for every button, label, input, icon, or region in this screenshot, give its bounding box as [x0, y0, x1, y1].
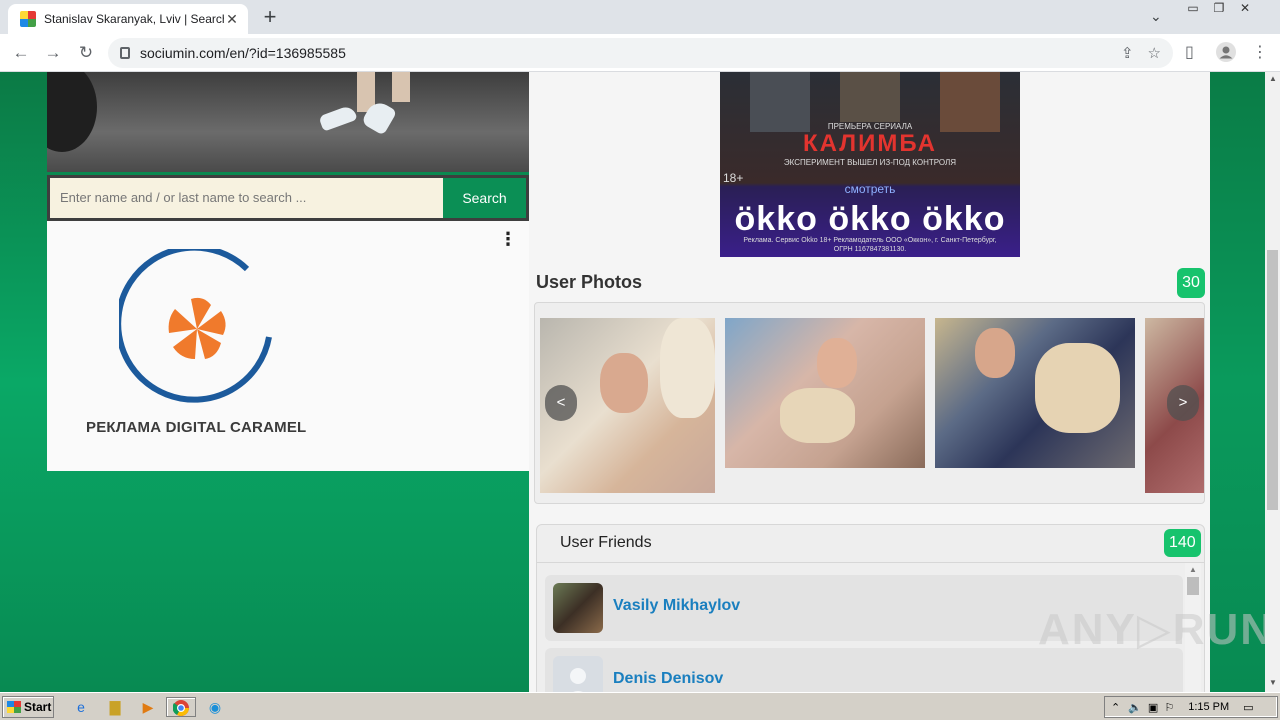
friend-avatar [553, 583, 603, 633]
side-panel-icon[interactable]: ▯ [1185, 42, 1194, 62]
carousel-prev-button[interactable]: < [545, 385, 577, 421]
user-friends-count-badge: 140 [1164, 529, 1201, 557]
tab-active[interactable]: Stanislav Skaranyak, Lviv | Search In ✕ [8, 4, 248, 34]
leg-shape [392, 72, 410, 102]
header-photo [47, 72, 529, 172]
user-photos-count-badge: 30 [1177, 268, 1205, 298]
ie-icon[interactable]: e [70, 697, 92, 717]
search-bar: Enter name and / or last name to search … [47, 175, 529, 221]
media-player-icon[interactable]: ▶ [137, 697, 159, 717]
okko-ad-banner[interactable]: ПРЕМЬЕРА СЕРИАЛА КАЛИМБА ЭКСПЕРИМЕНТ ВЫШ… [720, 72, 1020, 257]
flag-icon[interactable]: ⚐ [1164, 701, 1174, 714]
network-icon[interactable]: ▣ [1148, 701, 1158, 714]
ad-label: РЕКЛАМА DIGITAL CARAMEL [86, 419, 307, 436]
user-photo[interactable] [725, 318, 925, 468]
restore-button[interactable]: ❐ [1206, 0, 1232, 18]
reload-icon[interactable]: ↻ [75, 42, 97, 64]
back-arrow-icon[interactable]: ← [10, 42, 32, 64]
site-favicon-icon [20, 11, 36, 27]
url-text: sociumin.com/en/?id=136985585 [140, 45, 346, 61]
tab-search-chevron-icon[interactable]: ⌄ [1150, 8, 1162, 25]
forward-arrow-icon[interactable]: → [42, 42, 64, 64]
profile-avatar-icon[interactable] [1216, 42, 1236, 67]
face-shape [600, 353, 648, 413]
user-photos-title: User Photos [536, 272, 643, 292]
ad-legal-text: Реклама. Сервис Okko 18+ Рекламодатель О… [743, 237, 997, 253]
page-scroll-thumb[interactable] [1267, 250, 1278, 510]
ad-figure-shape [840, 72, 900, 122]
friend-name[interactable]: Denis Denisov [613, 670, 723, 688]
okko-brand: ökko ökko ökko [734, 200, 1006, 238]
tray-expand-icon[interactable]: ⌃ [1111, 701, 1120, 714]
close-window-button[interactable]: ✕ [1232, 0, 1258, 18]
window-controls: ▭ ❐ ✕ [1180, 0, 1258, 20]
user-photo[interactable] [935, 318, 1135, 468]
address-bar[interactable]: sociumin.com/en/?id=136985585 ⇪ ☆ [108, 38, 1173, 68]
ad-title: КАЛИМБА [802, 130, 938, 157]
page-scrollbar[interactable]: ▲ ▼ [1265, 72, 1280, 692]
scroll-up-icon[interactable]: ▲ [1189, 565, 1197, 574]
system-tray: ⌃ 🔈 ▣ ⚐ 1:15 PM ▭ [1104, 696, 1278, 718]
carousel-next-button[interactable]: > [1167, 385, 1199, 421]
caramel-logo-icon [119, 249, 272, 403]
friend-avatar-placeholder-icon [553, 656, 603, 692]
dog-shape [1035, 343, 1120, 433]
page-background-strip [1210, 72, 1265, 692]
chrome-icon [172, 700, 189, 716]
car-wheel-shape [47, 72, 97, 152]
tab-strip: Stanislav Skaranyak, Lviv | Search In ✕ … [0, 0, 1280, 34]
anyrun-watermark: ANY▷RUN [1038, 605, 1265, 654]
ad-menu-icon[interactable]: ⋮ [499, 229, 517, 250]
scroll-up-icon[interactable]: ▲ [1269, 74, 1277, 83]
new-tab-button[interactable]: + [258, 6, 282, 28]
user-friends-title: User Friends [560, 534, 652, 551]
scroll-down-icon[interactable]: ▼ [1269, 678, 1277, 687]
dog-shape [660, 318, 715, 418]
search-button[interactable]: Search [443, 178, 526, 218]
show-desktop-icon[interactable]: ▭ [1243, 701, 1253, 714]
shoe-shape [318, 104, 358, 132]
tab-close-icon[interactable]: ✕ [224, 11, 240, 28]
tab-title: Stanislav Skaranyak, Lviv | Search In [44, 12, 224, 26]
scroll-thumb[interactable] [1187, 577, 1199, 595]
search-input[interactable]: Enter name and / or last name to search … [50, 178, 443, 218]
start-label: Start [24, 700, 52, 714]
lock-icon [120, 47, 130, 59]
browser-toolbar: ← → ↻ sociumin.com/en/?id=136985585 ⇪ ☆ … [0, 34, 1280, 72]
windows-logo-icon [7, 701, 21, 713]
share-icon[interactable]: ⇪ [1121, 44, 1134, 62]
user-friends-header: User Friends 140 [537, 525, 1204, 563]
dog-shape [780, 388, 855, 443]
ad-banner[interactable]: ⋮ РЕКЛАМА DIGITAL CARAMEL [47, 221, 529, 471]
friend-name[interactable]: Vasily Mikhaylov [613, 597, 740, 615]
volume-icon[interactable]: 🔈 [1128, 701, 1142, 714]
windows-taskbar: Start e ▇ ▶ ◉ ⌃ 🔈 ▣ ⚐ 1:15 PM ▭ [0, 692, 1280, 720]
page-viewport: Enter name and / or last name to search … [0, 72, 1265, 692]
folder-icon[interactable]: ▇ [104, 697, 126, 717]
chrome-taskbar-button[interactable] [166, 697, 196, 717]
clock[interactable]: 1:15 PM [1188, 701, 1229, 713]
edge-icon[interactable]: ◉ [204, 697, 226, 717]
bookmark-star-icon[interactable]: ☆ [1148, 44, 1161, 62]
minimize-button[interactable]: ▭ [1180, 0, 1206, 18]
ad-tagline: ЭКСПЕРИМЕНТ ВЫШЕЛ ИЗ-ПОД КОНТРОЛЯ [783, 158, 957, 167]
ad-watch-link[interactable]: смотреть [720, 182, 1020, 196]
photo-carousel: < > [534, 302, 1205, 504]
start-button[interactable]: Start [2, 696, 54, 718]
browser-menu-icon[interactable]: ⋮ [1252, 42, 1268, 62]
face-shape [817, 338, 857, 388]
face-shape [975, 328, 1015, 378]
main-column: ПРЕМЬЕРА СЕРИАЛА КАЛИМБА ЭКСПЕРИМЕНТ ВЫШ… [529, 72, 1210, 692]
